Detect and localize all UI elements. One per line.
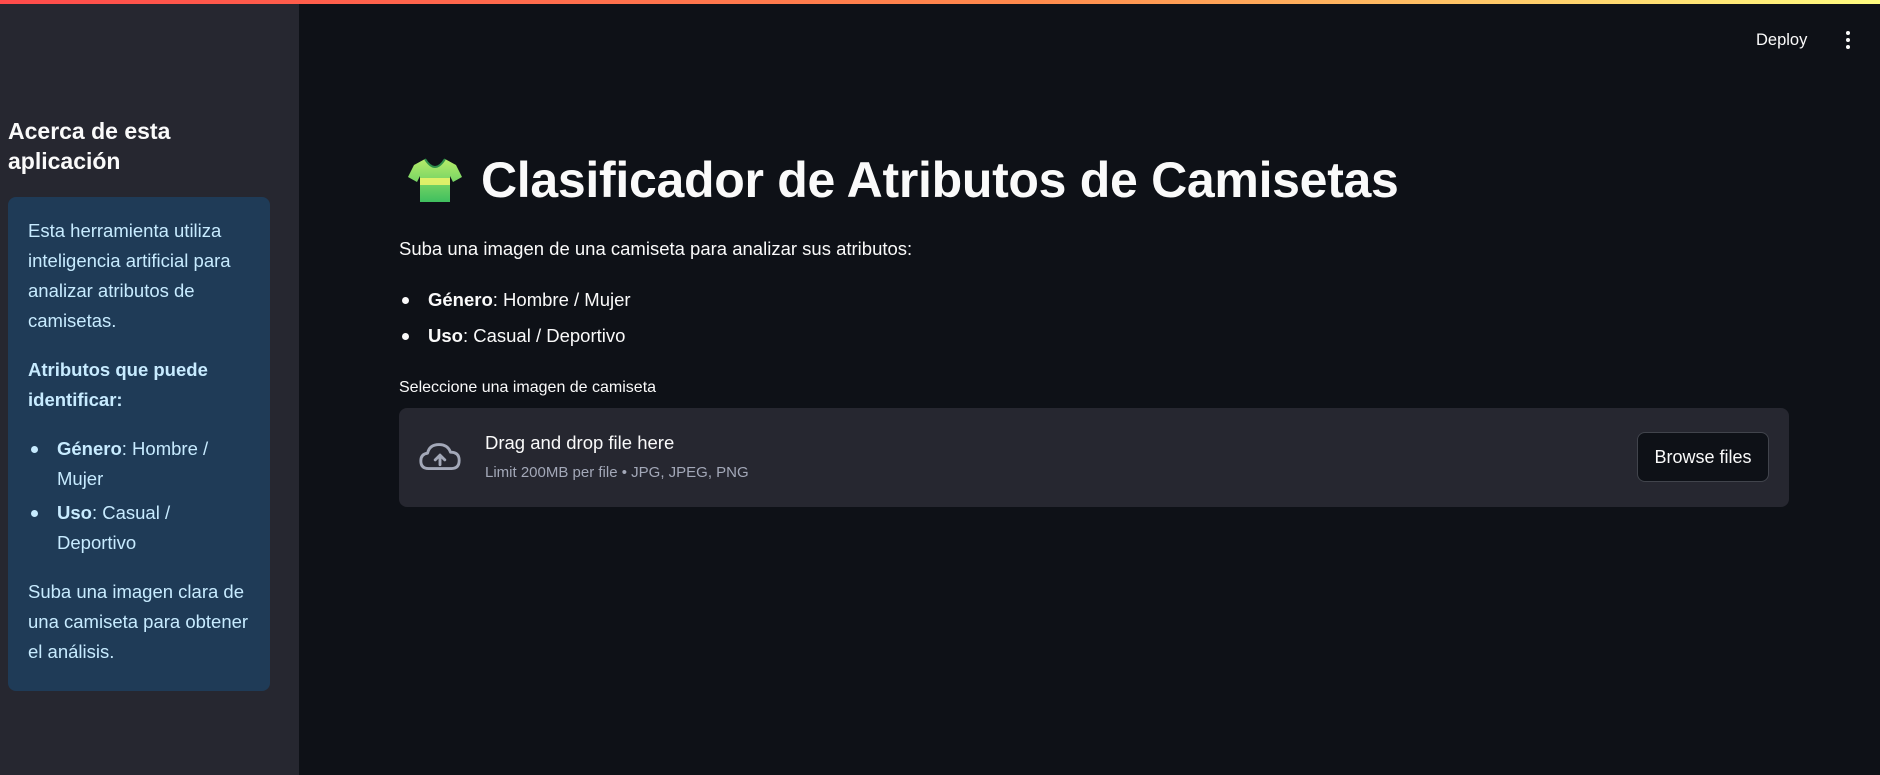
intro-text: Suba una imagen de una camiseta para ana… xyxy=(399,238,913,259)
main-content: Clasificador de Atributos de Camisetas S… xyxy=(399,0,1789,775)
main-menu-button[interactable] xyxy=(1836,28,1860,52)
t-shirt-icon xyxy=(408,158,462,202)
uploader-label: Seleccione una imagen de camiseta xyxy=(399,379,657,396)
info-attributes-heading: Atributos que puede identificar: xyxy=(28,359,208,410)
info-intro: Esta herramienta utiliza inteligencia ar… xyxy=(28,220,231,331)
browse-files-button[interactable]: Browse files xyxy=(1637,432,1769,482)
cloud-upload-icon xyxy=(419,443,461,470)
top-decoration-bar xyxy=(0,0,1880,4)
file-dropzone[interactable]: Drag and drop file here Limit 200MB per … xyxy=(399,408,1789,507)
info-attribute-list: Género: Hombre / Mujer Uso: Casual / Dep… xyxy=(28,434,250,558)
attribute-item-uso: Uso: Casual / Deportivo xyxy=(399,321,631,351)
title-row: Clasificador de Atributos de Camisetas xyxy=(407,150,1399,210)
sidebar: Acerca de esta aplicación Esta herramien… xyxy=(0,0,299,775)
attribute-list: Género: Hombre / Mujer Uso: Casual / Dep… xyxy=(399,285,631,357)
info-attribute-item-uso: Uso: Casual / Deportivo xyxy=(28,498,250,558)
attribute-item-genero: Género: Hombre / Mujer xyxy=(399,285,631,315)
info-footer: Suba una imagen clara de una camiseta pa… xyxy=(28,581,249,662)
dropzone-limit-text: Limit 200MB per file • JPG, JPEG, PNG xyxy=(485,464,749,481)
page-title: Clasificador de Atributos de Camisetas xyxy=(481,152,1399,208)
info-box: Esta herramienta utiliza inteligencia ar… xyxy=(8,197,270,691)
info-attribute-item-genero: Género: Hombre / Mujer xyxy=(28,434,250,494)
vertical-ellipsis-icon xyxy=(1846,31,1850,35)
sidebar-heading: Acerca de esta aplicación xyxy=(8,118,171,174)
dropzone-title: Drag and drop file here xyxy=(485,432,675,453)
